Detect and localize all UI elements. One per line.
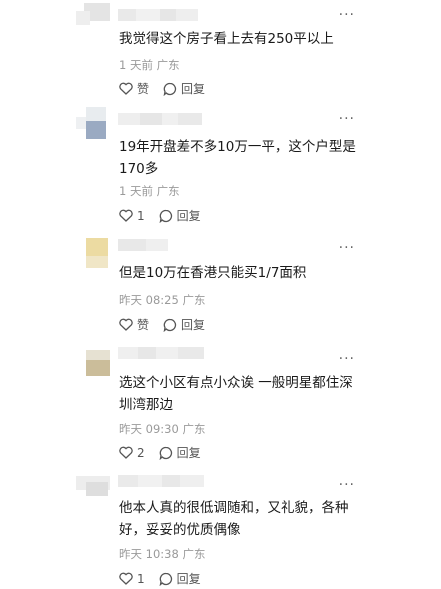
comment-region: 广东 [182, 547, 206, 561]
username[interactable] [118, 347, 204, 359]
comment-region: 广东 [156, 58, 180, 72]
comment-bubble-icon [163, 82, 177, 96]
comment-bubble-icon [159, 209, 172, 223]
comment-text: 19年开盘差不多10万一平，这个户型是170多 [119, 139, 356, 177]
comment-time: 1 天前 [119, 58, 153, 72]
comment-time: 昨天 09:30 [119, 422, 179, 436]
reply-label: 回复 [176, 209, 201, 223]
heart-icon [119, 318, 133, 331]
comment-actions: 2 回复 [119, 444, 215, 461]
comment-text: 但是10万在香港只能买1/7面积 [119, 265, 307, 281]
comment-bubble-icon [159, 446, 172, 460]
more-icon[interactable]: ··· [339, 112, 355, 126]
like-button[interactable]: 1 [119, 572, 145, 586]
comment-meta: 昨天 10:38 广东 [119, 546, 205, 562]
comment-region: 广东 [182, 422, 206, 436]
comment-meta: 昨天 08:25 广东 [119, 292, 205, 308]
comment-text: 选这个小区有点小众诶 一般明星都住深圳湾那边 [119, 375, 353, 413]
comment-text: 我觉得这个房子看上去有250平以上 [119, 31, 334, 47]
comment-meta: 昨天 09:30 广东 [119, 421, 205, 437]
comment-time: 昨天 08:25 [119, 293, 179, 307]
like-button[interactable]: 2 [119, 446, 145, 460]
like-count: 1 [137, 571, 145, 586]
comment-bubble-icon [159, 572, 172, 586]
username[interactable] [118, 239, 168, 251]
comment-actions: 赞 回复 [119, 316, 219, 333]
reply-label: 回复 [181, 318, 206, 332]
comment-region: 广东 [182, 293, 206, 307]
reply-button[interactable]: 回复 [159, 207, 201, 224]
reply-button[interactable]: 回复 [163, 80, 205, 97]
reply-button[interactable]: 回复 [163, 316, 205, 333]
heart-icon [119, 446, 133, 459]
heart-icon [119, 209, 133, 222]
comment-time: 1 天前 [119, 184, 153, 198]
comment-time: 昨天 10:38 [119, 547, 179, 561]
like-count: 赞 [137, 82, 150, 96]
avatar[interactable] [76, 3, 110, 37]
like-count: 2 [137, 445, 145, 460]
heart-icon [119, 82, 133, 95]
like-button[interactable]: 1 [119, 209, 145, 223]
comment-actions: 1 回复 [119, 570, 215, 587]
more-icon[interactable]: ··· [339, 241, 355, 255]
avatar[interactable] [76, 346, 110, 380]
more-icon[interactable]: ··· [339, 8, 355, 22]
like-button[interactable]: 赞 [119, 316, 149, 333]
comment-text: 他本人真的很低调随和，又礼貌，各种好，妥妥的优质偶像 [119, 500, 349, 538]
username[interactable] [118, 475, 204, 487]
reply-button[interactable]: 回复 [159, 444, 201, 461]
comment-actions: 1 回复 [119, 207, 215, 224]
reply-button[interactable]: 回复 [159, 570, 201, 587]
avatar[interactable] [76, 236, 110, 270]
comment-meta: 1 天前 广东 [119, 183, 180, 199]
more-icon[interactable]: ··· [339, 352, 355, 366]
like-button[interactable]: 赞 [119, 80, 149, 97]
username[interactable] [118, 9, 198, 21]
comment-bubble-icon [163, 318, 177, 332]
reply-label: 回复 [176, 446, 201, 460]
heart-icon [119, 572, 133, 585]
avatar[interactable] [76, 107, 110, 141]
more-icon[interactable]: ··· [339, 478, 355, 492]
username[interactable] [118, 113, 202, 125]
like-count: 赞 [137, 318, 150, 332]
reply-label: 回复 [181, 82, 206, 96]
avatar[interactable] [76, 472, 110, 506]
like-count: 1 [137, 208, 145, 223]
reply-label: 回复 [176, 572, 201, 586]
comment-actions: 赞 回复 [119, 80, 219, 97]
comment-region: 广东 [156, 184, 180, 198]
comment-meta: 1 天前 广东 [119, 57, 180, 73]
